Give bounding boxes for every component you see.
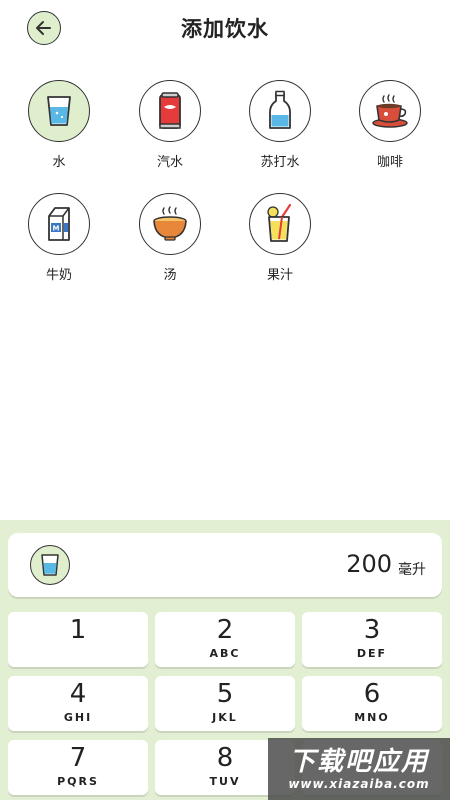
drink-item-water[interactable]: 水 — [14, 80, 104, 170]
amount-value: 200 — [346, 550, 392, 578]
drink-label: 苏打水 — [260, 155, 300, 170]
header: 添加饮水 — [0, 0, 450, 58]
juice-glass-icon — [249, 193, 311, 255]
drink-label: 咖啡 — [376, 155, 403, 170]
water-glass-icon — [28, 80, 90, 142]
key-letters: MNO — [354, 711, 390, 724]
page-title: 添加饮水 — [181, 17, 269, 41]
soda-can-icon — [139, 80, 201, 142]
key-7[interactable]: 7 PQRS — [8, 740, 148, 795]
key-letters: GHI — [63, 711, 93, 724]
key-number: 8 — [216, 743, 234, 773]
drink-item-soda-water[interactable]: 苏打水 — [235, 80, 325, 170]
key-letters: TUV — [209, 775, 241, 788]
key-letters: ABC — [209, 647, 241, 660]
drink-item-coffee[interactable]: 咖啡 — [345, 80, 435, 170]
key-number: 2 — [216, 615, 234, 645]
key-number: 4 — [69, 679, 87, 709]
amount-display: 200 毫升 — [8, 533, 442, 597]
amount-unit: 毫升 — [398, 562, 426, 578]
watermark-title: 下载吧应用 — [288, 747, 429, 777]
key-1[interactable]: 1 — [8, 612, 148, 667]
key-2[interactable]: 2 ABC — [155, 612, 295, 667]
key-number: 5 — [216, 679, 234, 709]
watermark: 下载吧应用 www.xiazaiba.com — [268, 738, 450, 800]
key-number: 1 — [69, 615, 87, 645]
key-letters: DEF — [356, 647, 388, 660]
key-letters: JKL — [212, 711, 238, 724]
soda-water-bottle-icon — [249, 80, 311, 142]
milk-carton-icon: M — [28, 193, 90, 255]
svg-text:M: M — [53, 225, 60, 233]
drink-item-milk[interactable]: M 牛奶 — [14, 193, 104, 283]
soup-bowl-icon — [139, 193, 201, 255]
drink-label: 汽水 — [156, 155, 183, 170]
key-letters: PQRS — [57, 775, 99, 788]
drink-item-soup[interactable]: 汤 — [125, 193, 215, 283]
key-3[interactable]: 3 DEF — [302, 612, 442, 667]
coffee-cup-icon — [359, 80, 421, 142]
drink-label: 水 — [52, 155, 66, 170]
key-4[interactable]: 4 GHI — [8, 676, 148, 731]
drink-label: 汤 — [163, 268, 177, 283]
watermark-url: www.xiazaiba.com — [288, 777, 430, 791]
key-5[interactable]: 5 JKL — [155, 676, 295, 731]
water-glass-icon — [30, 545, 70, 585]
drink-label: 果汁 — [266, 268, 293, 283]
key-number: 7 — [69, 743, 87, 773]
key-number: 6 — [363, 679, 381, 709]
drink-item-juice[interactable]: 果汁 — [235, 193, 325, 283]
key-number: 3 — [363, 615, 381, 645]
drink-label: 牛奶 — [45, 268, 72, 283]
key-6[interactable]: 6 MNO — [302, 676, 442, 731]
drink-item-soda[interactable]: 汽水 — [125, 80, 215, 170]
